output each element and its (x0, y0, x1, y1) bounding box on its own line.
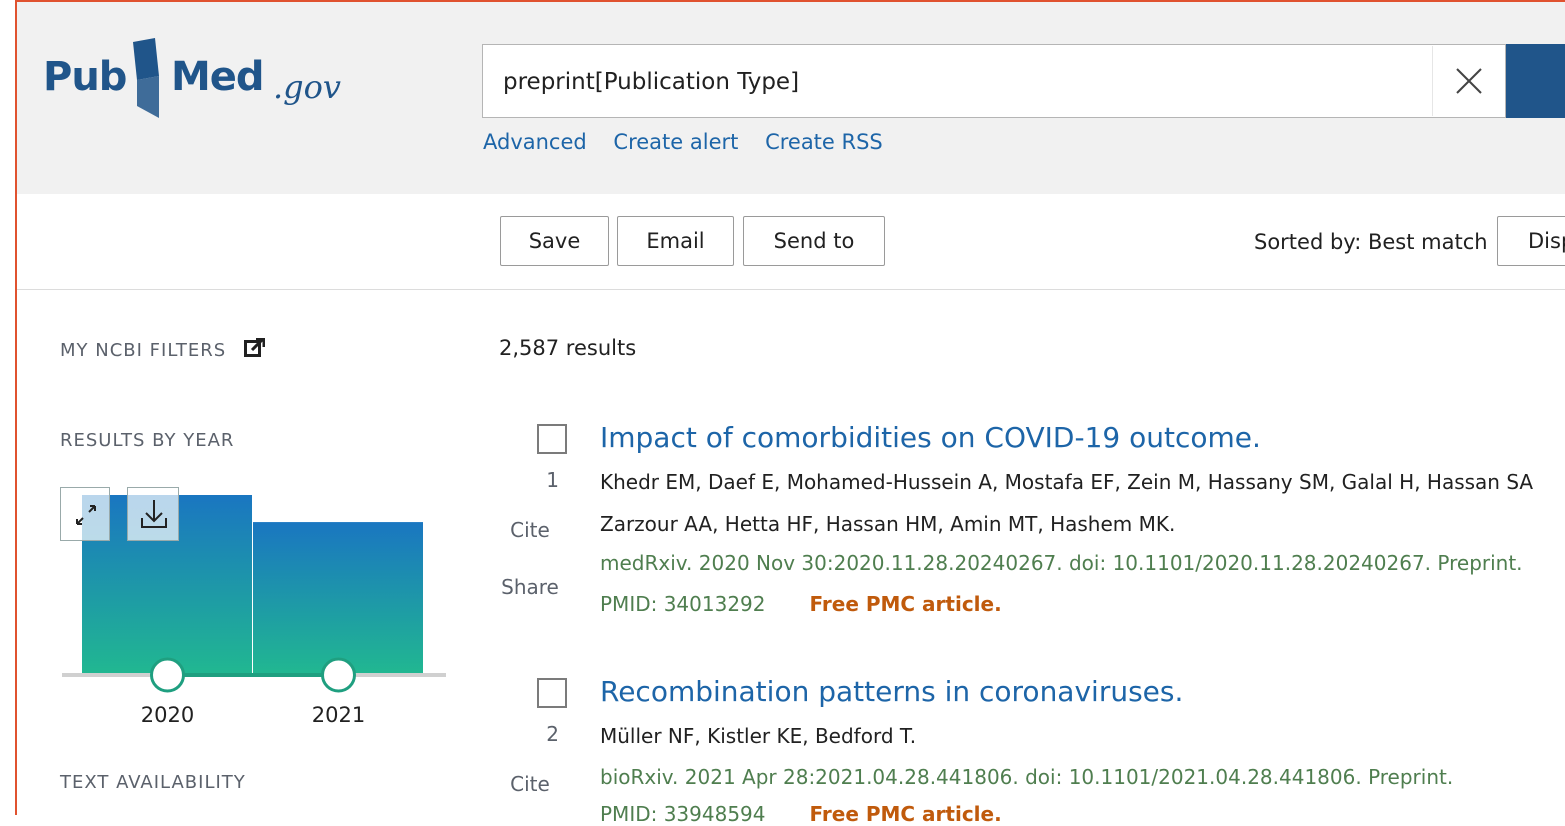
result-pmid: PMID: 34013292 (600, 592, 766, 616)
results-by-year-chart: 2020 2021 (60, 485, 450, 735)
result-title-link[interactable]: Impact of comorbidities on COVID-19 outc… (600, 421, 1261, 454)
results-toolbar: Save Email Send to Sorted by: Best match… (17, 194, 1565, 290)
results-count: 2,587 results (499, 336, 637, 360)
search-button[interactable] (1506, 44, 1565, 118)
send-to-button[interactable]: Send to (743, 216, 885, 266)
free-pmc-badge: Free PMC article. (809, 592, 1002, 616)
cite-button[interactable]: Cite (499, 518, 561, 542)
free-pmc-badge: Free PMC article. (809, 802, 1002, 826)
logo-gov-text: .gov (273, 68, 341, 106)
result-authors: Khedr EM, Daef E, Mohamed-Hussein A, Mos… (600, 470, 1534, 494)
create-rss-link[interactable]: Create RSS (765, 130, 883, 154)
result-pmid-line: PMID: 33948594 Free PMC article. (600, 802, 1002, 826)
result-authors: Müller NF, Kistler KE, Bedford T. (600, 724, 917, 748)
result-number: 2 (546, 722, 559, 746)
chart-svg: 2020 2021 (62, 495, 446, 727)
clear-search-button[interactable] (1432, 46, 1504, 116)
logo-med-text: Med (171, 54, 265, 100)
slider-handle-2021[interactable] (321, 657, 356, 693)
email-button[interactable]: Email (617, 216, 734, 266)
display-options-button[interactable]: Disp (1497, 216, 1565, 266)
year-label-2021: 2021 (312, 703, 365, 727)
book-icon (133, 38, 159, 118)
expand-chart-button[interactable] (60, 487, 110, 541)
close-icon (1456, 68, 1482, 94)
result-checkbox[interactable] (537, 424, 567, 454)
share-button[interactable]: Share (499, 575, 561, 599)
search-box (482, 44, 1506, 118)
pubmed-logo[interactable]: Pub Med .gov (43, 34, 373, 124)
result-checkbox[interactable] (537, 678, 567, 708)
result-number: 1 (546, 468, 559, 492)
result-authors-cont: Zarzour AA, Hetta HF, Hassan HM, Amin MT… (600, 512, 1176, 536)
slider-handle-2020[interactable] (150, 657, 185, 693)
result-citation: medRxiv. 2020 Nov 30:2020.11.28.20240267… (600, 551, 1523, 575)
cite-button[interactable]: Cite (499, 772, 561, 796)
text-availability-heading: TEXT AVAILABILITY (60, 772, 246, 793)
my-ncbi-filters-heading[interactable]: MY NCBI FILTERS (60, 337, 266, 361)
year-label-2020: 2020 (141, 703, 194, 727)
result-title-link[interactable]: Recombination patterns in coronaviruses. (600, 675, 1183, 708)
sort-label[interactable]: Sorted by: Best match (1254, 230, 1488, 254)
download-icon (141, 500, 167, 528)
external-link-icon (243, 337, 266, 357)
download-chart-button[interactable] (127, 487, 179, 541)
create-alert-link[interactable]: Create alert (613, 130, 738, 154)
expand-icon (76, 505, 96, 525)
search-input[interactable] (501, 63, 1405, 101)
my-ncbi-filters-label: MY NCBI FILTERS (60, 340, 227, 361)
bar-2021[interactable] (253, 522, 423, 673)
result-citation: bioRxiv. 2021 Apr 28:2021.04.28.441806. … (600, 765, 1454, 789)
results-by-year-heading: RESULTS BY YEAR (60, 430, 235, 451)
result-pmid-line: PMID: 34013292 Free PMC article. (600, 592, 1002, 616)
result-pmid: PMID: 33948594 (600, 802, 766, 826)
advanced-link[interactable]: Advanced (483, 130, 587, 154)
search-links: Advanced Create alert Create RSS (483, 130, 903, 154)
logo-pub-text: Pub (43, 54, 127, 100)
save-button[interactable]: Save (500, 216, 609, 266)
